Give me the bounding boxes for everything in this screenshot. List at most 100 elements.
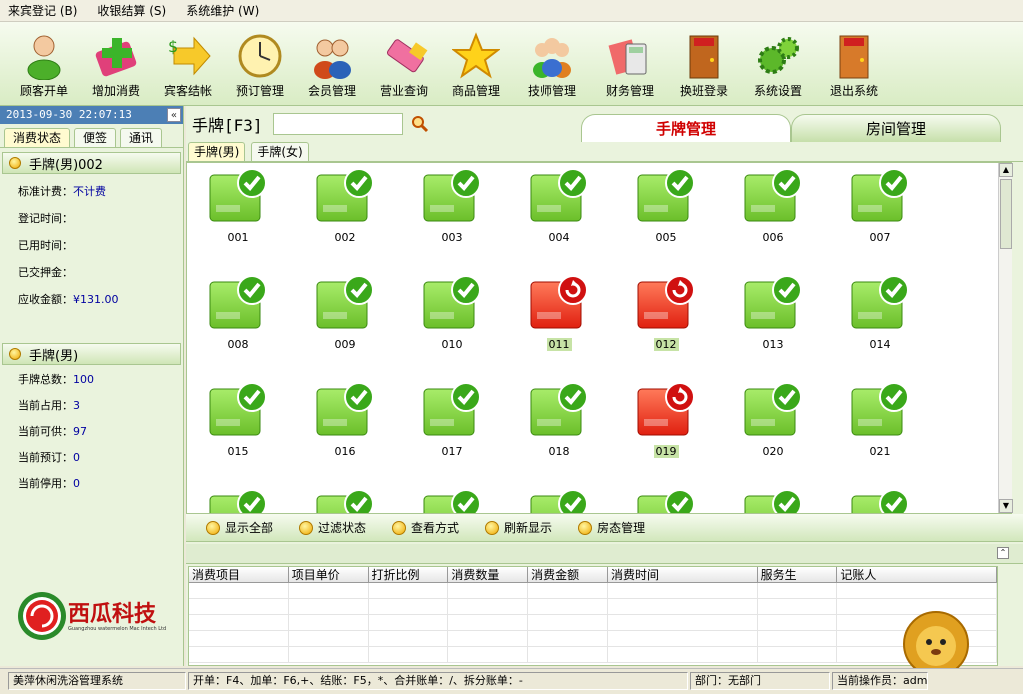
members-icon	[314, 39, 351, 79]
tag-tile[interactable]: 012	[629, 270, 703, 370]
tag-number: 007	[869, 231, 891, 244]
tab-room-management[interactable]: 房间管理	[791, 114, 1001, 142]
tag-tile[interactable]	[629, 484, 703, 513]
table-row[interactable]	[189, 631, 997, 647]
table-row[interactable]	[189, 615, 997, 631]
tag-tile[interactable]: 009	[308, 270, 382, 370]
toolbar-exit-button[interactable]: 退出系统	[818, 26, 890, 104]
tag-tile[interactable]: 020	[736, 377, 810, 477]
room-status-button[interactable]: 房态管理	[578, 519, 645, 536]
scroll-down-icon[interactable]: ▼	[999, 499, 1013, 513]
tag-tile[interactable]: 018	[522, 377, 596, 477]
tag-tile[interactable]: 016	[308, 377, 382, 477]
menu-guest-register[interactable]: 来宾登记 (B)	[8, 2, 77, 19]
table-cell	[608, 631, 758, 646]
table-row[interactable]	[189, 647, 997, 663]
tab-tag-male[interactable]: 手牌(男)	[188, 142, 246, 161]
toolbar-technician-button[interactable]: 技师管理	[516, 26, 588, 104]
table-cell	[448, 631, 529, 646]
tag-tile[interactable]: 005	[629, 163, 703, 263]
scroll-thumb[interactable]	[1000, 179, 1012, 249]
col-bookkeeper[interactable]: 记账人	[837, 567, 997, 582]
table-cell	[289, 583, 369, 598]
tag-tile[interactable]: 007	[843, 163, 917, 263]
scroll-up-icon[interactable]: ▲	[999, 163, 1013, 177]
toolbar-guest-checkout-button[interactable]: $ 宾客结帐	[152, 26, 224, 104]
tag-number: 018	[548, 445, 570, 458]
tag-tile[interactable]	[415, 484, 489, 513]
tag-tile[interactable]: 006	[736, 163, 810, 263]
table-row[interactable]	[189, 583, 997, 599]
tag-tile[interactable]: 015	[201, 377, 275, 477]
eraser-icon	[386, 39, 428, 73]
table-row[interactable]	[189, 599, 997, 615]
col-amount[interactable]: 消费金额	[528, 567, 608, 582]
tag-tile[interactable]: 010	[415, 270, 489, 370]
filter-status-button[interactable]: 过滤状态	[299, 519, 366, 536]
tag-tile[interactable]: 002	[308, 163, 382, 263]
tab-tag-management[interactable]: 手牌管理	[581, 114, 791, 142]
tab-notes[interactable]: 便签	[74, 128, 117, 147]
tag-tile[interactable]: 021	[843, 377, 917, 477]
show-all-button[interactable]: 显示全部	[206, 519, 273, 536]
status-shortcuts: 开单：F4、加单：F6,+、结账：F5，*、合并账单：/、拆分账单：-	[188, 672, 688, 690]
available-tag-icon	[637, 168, 695, 222]
search-input[interactable]	[272, 113, 403, 135]
menu-checkout[interactable]: 收银结算 (S)	[97, 2, 166, 19]
toolbar-business-query-button[interactable]: 营业查询	[368, 26, 440, 104]
toolbar-goods-button[interactable]: 商品管理	[440, 26, 512, 104]
tag-number: 012	[653, 338, 679, 351]
available-tag-icon	[316, 382, 374, 436]
tag-tile[interactable]: 013	[736, 270, 810, 370]
tag-tile[interactable]	[843, 484, 917, 513]
toolbar-add-consumption-button[interactable]: 增加消费	[80, 26, 152, 104]
refresh-button[interactable]: 刷新显示	[485, 519, 552, 536]
toolbar-finance-button[interactable]: 财务管理	[594, 26, 666, 104]
tag-tile[interactable]	[308, 484, 382, 513]
tag-tile[interactable]	[201, 484, 275, 513]
toolbar-shift-login-button[interactable]: 换班登录	[668, 26, 740, 104]
grid-scrollbar[interactable]: ▲ ▼	[998, 163, 1013, 513]
table-cell	[758, 583, 838, 598]
col-price[interactable]: 项目单价	[289, 567, 369, 582]
tag-tile[interactable]: 008	[201, 270, 275, 370]
col-time[interactable]: 消费时间	[608, 567, 758, 582]
col-item[interactable]: 消费项目	[189, 567, 289, 582]
tag-tile[interactable]: 001	[201, 163, 275, 263]
tag-tile[interactable]	[736, 484, 810, 513]
col-discount[interactable]: 打折比例	[369, 567, 449, 582]
available-tag-icon	[423, 168, 481, 222]
expand-details-icon[interactable]: ⌃	[997, 547, 1009, 559]
collapse-panel-button[interactable]: «	[167, 108, 181, 122]
tag-tile[interactable]: 014	[843, 270, 917, 370]
col-waiter[interactable]: 服务生	[758, 567, 838, 582]
table-cell	[289, 615, 369, 630]
table-cell	[369, 647, 449, 662]
logo-subtext: Guangzhou watermelon Mac Intech Ltd	[68, 626, 167, 632]
available-tag-icon	[851, 168, 909, 222]
detail-row: 已用时间：	[18, 239, 73, 252]
tag-tile[interactable]: 011	[522, 270, 596, 370]
tag-tile[interactable]: 019	[629, 377, 703, 477]
available-tag-icon	[530, 168, 588, 222]
view-mode-button[interactable]: 查看方式	[392, 519, 459, 536]
toolbar-member-button[interactable]: 会员管理	[296, 26, 368, 104]
tag-number: 021	[869, 445, 891, 458]
menu-system-maintenance[interactable]: 系统维护 (W)	[186, 2, 259, 19]
tag-number: 015	[227, 445, 249, 458]
toolbar-settings-button[interactable]: 系统设置	[742, 26, 814, 104]
tag-tile[interactable]: 003	[415, 163, 489, 263]
tag-number: 013	[762, 338, 784, 351]
tag-tile[interactable]: 004	[522, 163, 596, 263]
search-icon[interactable]	[411, 115, 429, 133]
tag-tile[interactable]: 017	[415, 377, 489, 477]
available-tag-icon	[209, 275, 267, 329]
col-quantity[interactable]: 消费数量	[448, 567, 529, 582]
table-cell	[758, 647, 838, 662]
toolbar-reservation-button[interactable]: 预订管理	[224, 26, 296, 104]
tab-contacts[interactable]: 通讯	[120, 128, 163, 147]
tag-tile[interactable]	[522, 484, 596, 513]
toolbar-open-order-button[interactable]: 顾客开单	[8, 26, 80, 104]
tab-tag-female[interactable]: 手牌(女)	[251, 142, 309, 161]
tab-consumption-status[interactable]: 消费状态	[4, 128, 71, 147]
